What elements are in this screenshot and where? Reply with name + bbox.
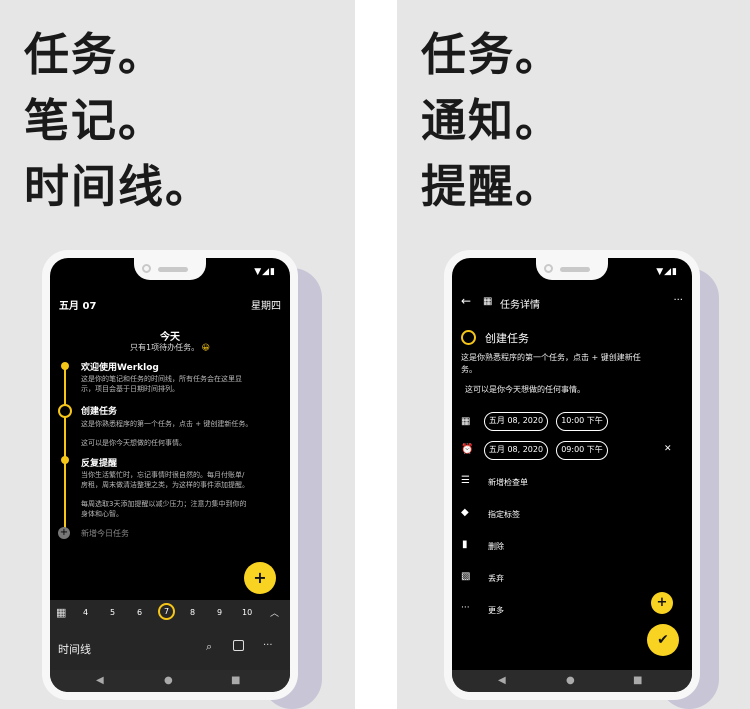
header-weekday: 星期四 <box>251 301 281 312</box>
reminder-date-chip[interactable]: 五月 08, 2020 <box>484 441 548 460</box>
nav-home-icon[interactable]: ● <box>164 675 173 686</box>
discard-icon: ▧ <box>461 571 471 582</box>
smile-emoji-icon: 😀 <box>201 343 210 352</box>
add-today-task[interactable]: 新增今日任务 <box>81 528 129 539</box>
headline-line: 任务。 <box>421 28 563 81</box>
save-check-fab-button[interactable]: ✔ <box>647 624 679 656</box>
status-icons: ▼◢▮ <box>656 267 678 277</box>
nav-back-icon[interactable]: ◀ <box>498 675 506 686</box>
bottom-bar: 时间线 ⌕ ··· <box>50 628 290 670</box>
item-line: 这可以是你今天想做的任何事情。 <box>81 439 186 447</box>
timeline-screen: ▼◢▮ 五月 07 星期四 今天 只有1项待办任务。 😀 欢迎使用Werklog… <box>50 258 290 692</box>
task-circle-icon[interactable] <box>461 330 476 345</box>
checklist-icon: ☰ <box>461 475 470 486</box>
clear-reminder-icon[interactable]: ✕ <box>664 444 672 454</box>
alarm-icon: ⏰ <box>461 444 474 455</box>
left-headline: 任务。 笔记。 时间线。 <box>24 22 212 220</box>
left-phone: ▼◢▮ 五月 07 星期四 今天 只有1项待办任务。 😀 欢迎使用Werklog… <box>42 250 298 700</box>
today-subtitle-text: 只有1项待办任务。 <box>130 343 200 352</box>
item-line: 这是你熟悉程序的第一个任务，点击 + 键创建新任务。 <box>81 420 253 428</box>
notch <box>536 258 608 280</box>
item-line: 这是你的笔记和任务的时间线，所有任务会在这里显 <box>81 375 242 383</box>
menu-more[interactable]: 更多 <box>488 605 504 616</box>
selected-day[interactable]: 7 <box>158 603 175 620</box>
right-headline: 任务。 通知。 提醒。 <box>421 22 562 220</box>
item-title[interactable]: 欢迎使用Werklog <box>81 360 159 373</box>
more-dots-icon: ··· <box>461 603 470 613</box>
calendar-icon[interactable]: ▦ <box>56 606 66 619</box>
chevron-up-icon[interactable]: ︿ <box>270 606 279 619</box>
desc-line: 务。 <box>461 365 477 374</box>
desc-line: 这可以是你今天想做的任何事情。 <box>465 385 585 394</box>
due-time-chip[interactable]: 10:00 下午 <box>556 412 608 431</box>
today-title: 今天 <box>160 332 180 343</box>
timeline-dot-icon <box>61 362 69 370</box>
timeline-line <box>64 366 66 532</box>
menu-discard[interactable]: 丢弃 <box>488 573 504 584</box>
day-strip: ▦ 4 5 6 7 8 9 10 ︿ <box>50 600 290 628</box>
headline-line: 通知。 <box>421 94 563 147</box>
item-line: 房租，周末做清洁整理之类，为这样的事件添加提醒。 <box>81 481 249 489</box>
item-title[interactable]: 反复提醒 <box>81 456 117 469</box>
day-item[interactable]: 4 <box>83 608 88 617</box>
notch <box>134 258 206 280</box>
task-detail-screen: ▼◢▮ ← ▦ 任务详情 ··· 创建任务 这是你熟悉程序的第一个任务，点击 +… <box>452 258 692 692</box>
headline-line: 提醒。 <box>421 160 563 213</box>
headline-line: 时间线。 <box>24 160 213 213</box>
more-icon[interactable]: ··· <box>263 640 273 651</box>
more-icon[interactable]: ··· <box>673 295 683 306</box>
task-circle-icon[interactable] <box>58 404 72 418</box>
search-icon[interactable]: ⌕ <box>206 640 212 654</box>
tag-icon: ◆ <box>461 507 469 518</box>
right-panel: 任务。 通知。 提醒。 ▼◢▮ ← ▦ 任务详情 ··· 创建任务 这是你熟悉程… <box>397 0 750 709</box>
header-date: 五月 07 <box>59 301 97 312</box>
item-line: 身体和心智。 <box>81 510 123 518</box>
system-navbar: ◀ ● ■ <box>452 670 692 692</box>
today-subtitle: 只有1项待办任务。 😀 <box>50 342 290 353</box>
day-item[interactable]: 10 <box>242 608 252 617</box>
item-title[interactable]: 创建任务 <box>81 404 117 417</box>
menu-add-checklist[interactable]: 新增检查单 <box>488 477 528 488</box>
status-icons: ▼◢▮ <box>254 267 276 277</box>
timeline-dot-icon <box>61 456 69 464</box>
desc-line: 这是你熟悉程序的第一个任务，点击 + 键创建新任 <box>461 353 641 362</box>
right-phone: ▼◢▮ ← ▦ 任务详情 ··· 创建任务 这是你熟悉程序的第一个任务，点击 +… <box>444 250 700 700</box>
headline-line: 任务。 <box>24 28 166 81</box>
menu-delete[interactable]: 删除 <box>488 541 504 552</box>
item-line: 示，项目会基于日期时间排列。 <box>81 385 179 393</box>
left-panel: 任务。 笔记。 时间线。 ▼◢▮ 五月 07 星期四 今天 只有1项待办任务。 … <box>0 0 355 709</box>
reminder-time-chip[interactable]: 09:00 下午 <box>556 441 608 460</box>
task-title[interactable]: 创建任务 <box>485 330 529 346</box>
system-navbar: ◀ ● ■ <box>50 670 290 692</box>
bottom-title: 时间线 <box>58 643 91 656</box>
day-item[interactable]: 9 <box>217 608 222 617</box>
day-item[interactable]: 6 <box>137 608 142 617</box>
day-item[interactable]: 8 <box>190 608 195 617</box>
add-fab-button[interactable]: + <box>244 562 276 594</box>
item-line: 每周选取3天添加提醒以减少压力；注意力集中到你的 <box>81 500 247 508</box>
back-arrow-icon[interactable]: ← <box>461 294 471 308</box>
add-small-fab-button[interactable]: + <box>651 592 673 614</box>
calendar-small-icon: ▦ <box>483 296 493 307</box>
calendar-icon: ▦ <box>461 416 471 427</box>
trash-icon: ▮ <box>462 539 468 550</box>
nav-home-icon[interactable]: ● <box>566 675 575 686</box>
add-circle-icon[interactable]: + <box>58 527 70 539</box>
item-line: 当你生活繁忙时，忘记事情时很自然的。每月付账单/ <box>81 471 245 479</box>
due-date-chip[interactable]: 五月 08, 2020 <box>484 412 548 431</box>
layout-icon[interactable] <box>233 640 244 651</box>
day-item[interactable]: 5 <box>110 608 115 617</box>
headline-line: 笔记。 <box>24 94 166 147</box>
menu-assign-tag[interactable]: 指定标签 <box>488 509 520 520</box>
nav-recents-icon[interactable]: ■ <box>231 675 240 686</box>
nav-back-icon[interactable]: ◀ <box>96 675 104 686</box>
topbar-title: 任务详情 <box>500 300 540 311</box>
nav-recents-icon[interactable]: ■ <box>633 675 642 686</box>
